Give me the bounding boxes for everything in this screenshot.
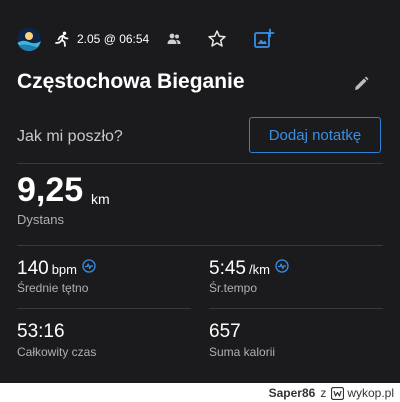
top-bar: 2.05 @ 06:54 [0, 22, 400, 58]
stat-unit: bpm [51, 262, 77, 277]
watermark-site: wykop.pl [347, 386, 394, 400]
stat-value: 5:45 [209, 258, 246, 279]
note-prompt: Jak mi poszło? [17, 128, 123, 145]
add-note-button[interactable]: Dodaj notatkę [249, 117, 381, 153]
divider [209, 308, 383, 309]
watermark-user: Saper86 [268, 386, 316, 400]
avatar[interactable] [17, 27, 41, 51]
pencil-icon[interactable] [352, 75, 370, 93]
people-icon[interactable] [166, 31, 182, 47]
avg-pace-value: 5:45/km [209, 258, 289, 280]
running-icon [55, 31, 69, 47]
pace-chart-icon[interactable] [275, 259, 289, 273]
distance-unit: km [91, 191, 110, 207]
total-time-value: 53:16 [17, 321, 65, 342]
divider [17, 308, 191, 309]
distance-value: 9,25 [17, 171, 84, 209]
total-calories-value: 657 [209, 321, 241, 342]
divider [17, 163, 383, 164]
watermark-joiner: z [320, 386, 327, 400]
total-calories-label: Suma kalorii [209, 345, 276, 359]
distance-label: Dystans [17, 212, 64, 227]
avg-heart-rate-label: Średnie tętno [17, 281, 89, 295]
wykop-logo-icon [331, 386, 345, 400]
activity-datetime: 2.05 @ 06:54 [77, 32, 150, 46]
heart-rate-icon[interactable] [82, 259, 96, 273]
activity-screen: 2.05 @ 06:54 Częstochowa Bieganie Jak mi… [0, 0, 400, 383]
avg-pace-label: Śr.tempo [209, 281, 258, 295]
watermark: Saper86 z wykop.pl [269, 385, 394, 401]
star-icon[interactable] [207, 29, 227, 49]
divider [17, 245, 383, 246]
stat-unit: /km [248, 262, 270, 277]
stat-value: 140 [17, 258, 49, 279]
activity-title: Częstochowa Bieganie [17, 70, 245, 93]
total-time-label: Całkowity czas [17, 345, 97, 359]
avg-heart-rate-value: 140 bpm [17, 258, 96, 280]
add-photo-icon[interactable] [253, 28, 275, 50]
